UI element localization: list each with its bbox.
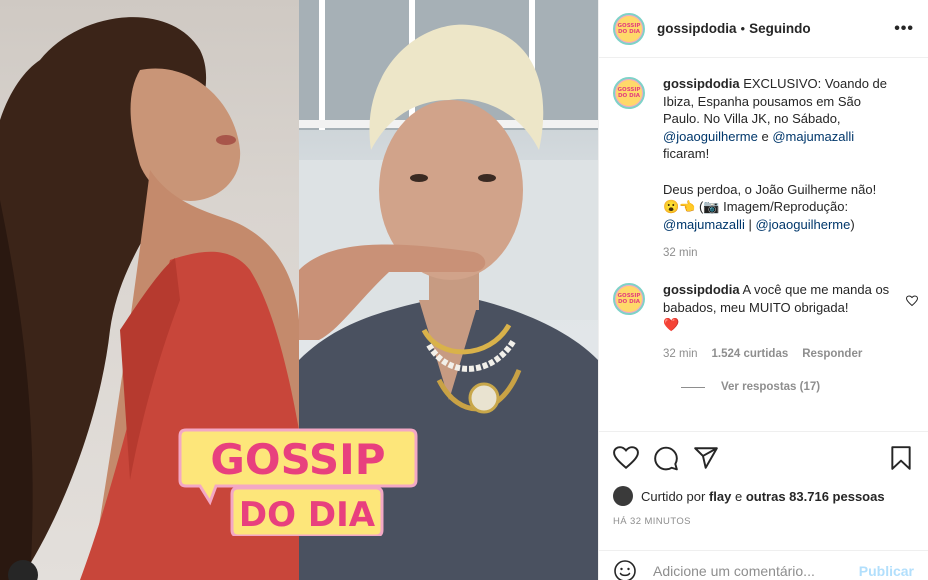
add-comment-bar: Publicar <box>599 550 928 580</box>
caption-text-3: ficaram! <box>663 146 710 162</box>
comment-emoji: ❤️ <box>663 317 680 333</box>
avatar-logo-text: GOSSIP DO DIA <box>616 285 642 312</box>
caption-text-6: | <box>748 216 752 232</box>
publish-button[interactable]: Publicar <box>859 563 914 579</box>
avatar-logo-text: GOSSIP DO DIA <box>616 80 642 106</box>
view-replies-button[interactable]: Ver respostas (17) <box>681 381 914 393</box>
avatar[interactable]: GOSSIP DO DIA <box>613 12 645 45</box>
caption-text-2: e <box>761 128 769 144</box>
header-username[interactable]: gossipdodia <box>657 21 737 36</box>
heart-icon[interactable] <box>613 445 639 471</box>
comment-likes[interactable]: 1.524 curtidas <box>712 346 789 364</box>
gossip-do-dia-logo: GOSSIP DO DIA <box>176 424 420 538</box>
caption-body: gossipdodia EXCLUSIVO: Voando de Ibiza, … <box>663 75 895 263</box>
caption-text-4: Deus perdoa, o João Guilherme não! <box>663 181 877 197</box>
logo-line1: GOSSIP <box>210 435 385 484</box>
send-icon[interactable] <box>693 445 719 471</box>
mention-majumazalli-2[interactable]: @majumazalli <box>663 217 745 232</box>
caption-avatar[interactable]: GOSSIP DO DIA <box>613 77 645 109</box>
liked-by: Curtido por flay e outras 83.716 pessoas <box>613 486 914 506</box>
caption-time[interactable]: 32 min <box>663 245 698 263</box>
caption-text-5: 😮👈 (📷 Imagem/Reprodução: <box>663 199 849 215</box>
liked-by-middle: e <box>734 488 743 504</box>
reply-button[interactable]: Responder <box>802 346 862 364</box>
comment-meta: 32 min 1.524 curtidas Responder <box>663 346 895 364</box>
view-replies-label: Ver respostas (17) <box>721 381 821 394</box>
mention-majumazalli[interactable]: @majumazalli <box>772 129 854 144</box>
comments-list[interactable]: GOSSIP DO DIA gossipdodia EXCLUSIVO: Voa… <box>599 59 928 431</box>
view-replies-line <box>681 386 705 388</box>
comment: GOSSIP DO DIA gossipdodia A você que me … <box>613 281 918 363</box>
comment-time[interactable]: 32 min <box>663 346 698 364</box>
comment-username[interactable]: gossipdodia <box>663 282 740 297</box>
liked-by-others[interactable]: outras 83.716 pessoas <box>746 489 885 504</box>
post-media[interactable]: GOSSIP DO DIA <box>0 0 598 580</box>
bookmark-icon[interactable] <box>888 445 914 471</box>
liked-by-user[interactable]: flay <box>709 489 731 504</box>
caption-text-7: ) <box>850 216 855 232</box>
comment-body: gossipdodia A você que me manda os babad… <box>663 281 895 363</box>
action-icons <box>613 444 914 472</box>
comment-avatar[interactable]: GOSSIP DO DIA <box>613 282 645 315</box>
comment-icon[interactable] <box>653 445 679 471</box>
logo-line2: DO DIA <box>239 495 376 535</box>
following-button[interactable]: Seguindo <box>749 21 811 36</box>
liker-avatar[interactable] <box>613 486 633 506</box>
caption: GOSSIP DO DIA gossipdodia EXCLUSIVO: Voa… <box>613 75 914 263</box>
liked-by-prefix: Curtido por <box>641 488 706 504</box>
header-separator: • <box>740 21 746 36</box>
post-timestamp[interactable]: HÁ 32 MINUTOS <box>613 516 914 527</box>
more-options-icon[interactable]: ••• <box>894 20 914 38</box>
post-panel: GOSSIP DO DIA gossipdodia • Seguindo •••… <box>598 0 928 580</box>
emoji-icon[interactable] <box>613 559 637 580</box>
comment-like-heart-icon[interactable] <box>906 295 918 307</box>
caption-meta: 32 min <box>663 245 895 263</box>
caption-username[interactable]: gossipdodia <box>663 76 740 91</box>
mention-joaoguilherme[interactable]: @joaoguilherme <box>663 129 758 144</box>
post-header: GOSSIP DO DIA gossipdodia • Seguindo ••• <box>599 0 928 58</box>
comment-input[interactable] <box>653 562 851 579</box>
mention-joaoguilherme-2[interactable]: @joaoguilherme <box>755 217 850 232</box>
avatar-logo-text: GOSSIP DO DIA <box>616 15 642 42</box>
